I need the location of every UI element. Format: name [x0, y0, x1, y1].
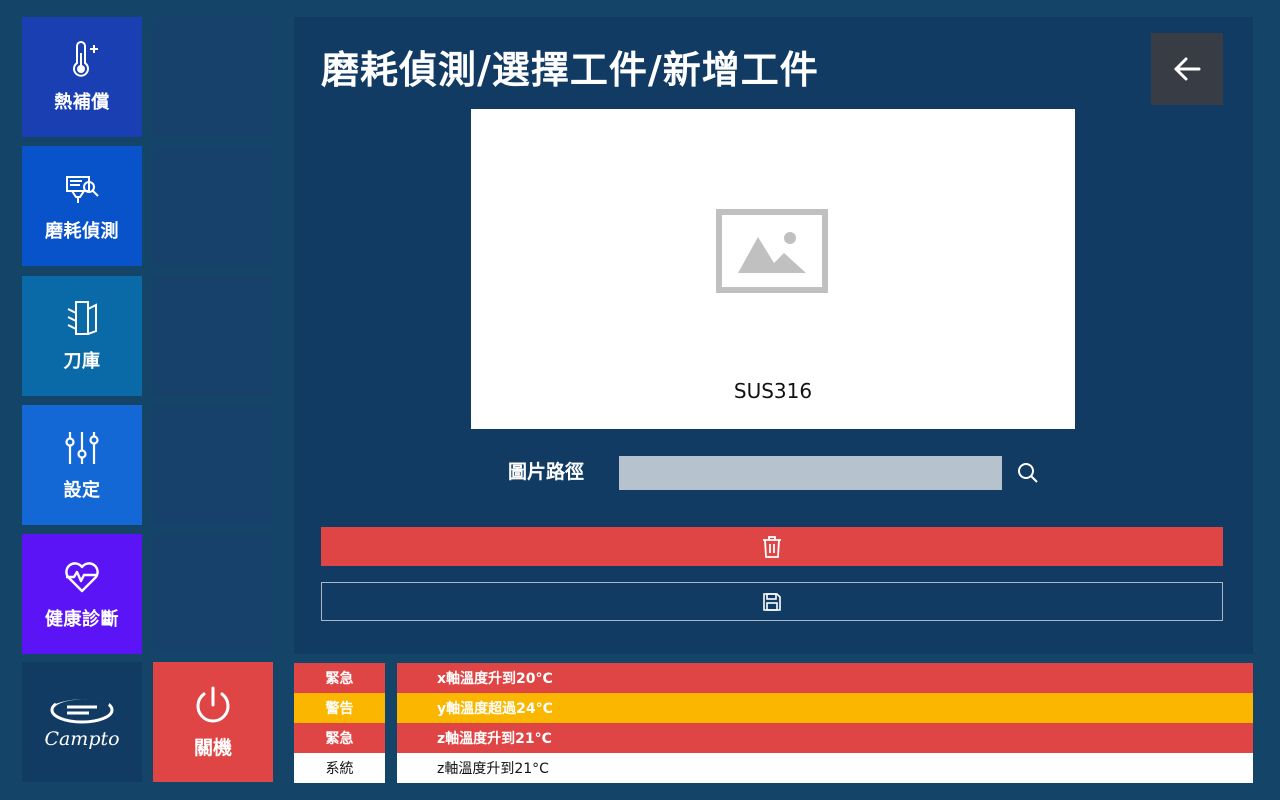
sidebar-filler — [153, 146, 273, 266]
tool-inspect-icon — [66, 176, 99, 203]
heart-pulse-icon — [65, 562, 99, 593]
nav-label: 熱補償 — [54, 92, 110, 113]
alarm-level: 緊急 — [294, 723, 385, 753]
image-placeholder-icon — [716, 209, 828, 293]
nav-health-diagnosis[interactable]: 健康診斷 — [22, 534, 142, 654]
campto-logo-icon — [50, 695, 114, 724]
image-preview: SUS316 — [471, 109, 1075, 429]
nav-wear-detection[interactable]: 磨耗偵測 — [22, 146, 142, 266]
alarm-list: 緊急 x軸溫度升到20°C 警告 y軸溫度超過24°C 緊急 z軸溫度升到21°… — [294, 663, 1253, 783]
sidebar-filler — [153, 405, 273, 525]
main-panel: 磨耗偵測/選擇工件/新增工件 SUS316 圖片路徑 — [294, 17, 1253, 654]
image-path-input[interactable] — [619, 456, 1002, 490]
alarm-level: 警告 — [294, 693, 385, 723]
thermometer-plus-icon — [73, 41, 98, 77]
nav-label: 健康診斷 — [45, 609, 119, 630]
alarm-level: 系統 — [294, 753, 385, 783]
alarm-row[interactable]: 系統 z軸溫度升到21°C — [294, 753, 1253, 783]
alarm-message: z軸溫度升到21°C — [397, 753, 1253, 783]
alarm-message: y軸溫度超過24°C — [397, 693, 1253, 723]
alarm-row[interactable]: 警告 y軸溫度超過24°C — [294, 693, 1253, 723]
alarm-level: 緊急 — [294, 663, 385, 693]
shutdown-button[interactable]: 關機 — [153, 662, 273, 782]
nav-label: 磨耗偵測 — [45, 221, 119, 242]
back-button[interactable] — [1151, 33, 1223, 105]
alarm-row[interactable]: 緊急 z軸溫度升到21°C — [294, 723, 1253, 753]
sidebar-filler — [153, 17, 273, 137]
nav-label: 刀庫 — [63, 351, 101, 372]
delete-button[interactable] — [321, 527, 1223, 566]
tool-magazine-icon — [67, 301, 97, 335]
nav-label: 設定 — [63, 480, 101, 501]
trash-icon — [763, 535, 781, 558]
image-path-label: 圖片路徑 — [508, 461, 585, 483]
alarm-message: z軸溫度升到21°C — [397, 723, 1253, 753]
alarm-row[interactable]: 緊急 x軸溫度升到20°C — [294, 663, 1253, 693]
arrow-left-icon — [1174, 57, 1201, 81]
browse-button[interactable] — [1015, 460, 1041, 486]
sliders-icon — [65, 432, 99, 464]
logo-text: Campto — [44, 728, 120, 750]
campto-logo: Campto — [22, 662, 142, 782]
alarm-message: x軸溫度升到20°C — [397, 663, 1253, 693]
nav-thermal-compensation[interactable]: 熱補償 — [22, 17, 142, 137]
preview-caption: SUS316 — [733, 379, 813, 403]
floppy-icon — [763, 592, 781, 611]
shutdown-label: 關機 — [193, 736, 232, 759]
nav-tool-magazine[interactable]: 刀庫 — [22, 276, 142, 396]
sidebar-filler — [153, 276, 273, 396]
page-title: 磨耗偵測/選擇工件/新增工件 — [321, 48, 819, 92]
nav-settings[interactable]: 設定 — [22, 405, 142, 525]
sidebar-filler — [153, 534, 273, 654]
save-button[interactable] — [321, 582, 1223, 621]
power-icon — [196, 686, 230, 722]
search-icon — [1018, 463, 1038, 483]
